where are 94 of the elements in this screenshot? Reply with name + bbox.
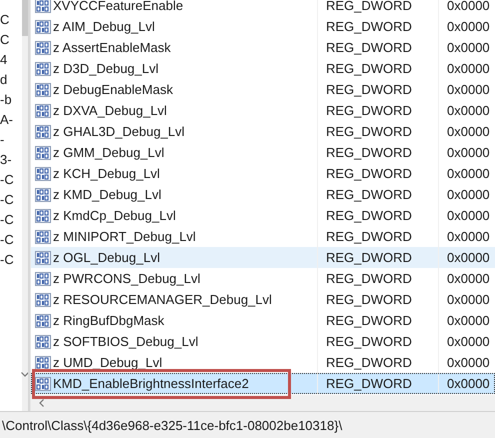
tree-item-label[interactable]: C	[0, 10, 22, 30]
tree-item-label[interactable]: -	[0, 130, 22, 150]
value-name: KMD_EnableBrightnessInterface2	[53, 376, 249, 391]
binary-value-icon	[35, 376, 51, 390]
value-data: 0x0000	[446, 0, 490, 15]
value-data: 0x0000	[446, 144, 490, 162]
value-name: z GMM_Debug_Lvl	[53, 145, 164, 160]
tree-item-label[interactable]: -C	[0, 190, 22, 210]
vertical-scrollbar[interactable]	[22, 0, 28, 411]
value-data: 0x0000	[446, 375, 490, 393]
value-data: 0x0000	[446, 354, 490, 372]
value-name: z OGL_Debug_Lvl	[53, 250, 160, 265]
value-type: REG_DWORD	[318, 373, 439, 394]
value-type: REG_DWORD	[318, 37, 439, 58]
value-data: 0x0000	[446, 228, 490, 246]
value-type: REG_DWORD	[318, 310, 439, 331]
value-name: z AIM_Debug_Lvl	[53, 19, 155, 34]
value-type: REG_DWORD	[318, 268, 439, 289]
value-data: 0x0000	[446, 270, 490, 288]
tree-item-label[interactable]: -C	[0, 210, 22, 230]
value-row[interactable]: KMD_EnableBrightnessInterface2 REG_DWORD 0x0000	[31, 373, 495, 394]
value-type: REG_DWORD	[318, 163, 439, 184]
value-name: z DebugEnableMask	[53, 82, 173, 97]
binary-value-icon	[35, 146, 51, 160]
value-name: z RingBufDbgMask	[53, 313, 164, 328]
binary-value-icon	[35, 250, 51, 264]
value-data: 0x0000	[446, 249, 490, 267]
value-type: REG_DWORD	[318, 142, 439, 163]
value-name: z MINIPORT_Debug_Lvl	[53, 229, 196, 244]
tree-item-label[interactable]: d	[0, 70, 22, 90]
value-type: REG_DWORD	[318, 79, 439, 100]
tree-item-label[interactable]: -b	[0, 90, 22, 110]
scroll-left-icon[interactable]	[39, 399, 44, 407]
tree-item-label[interactable]: -C	[0, 170, 22, 190]
binary-value-icon	[35, 272, 51, 286]
value-name: z KmdCp_Debug_Lvl	[53, 208, 176, 223]
value-data: 0x0000	[446, 291, 490, 309]
value-row[interactable]: z OGL_Debug_Lvl REG_DWORD 0x0000	[31, 247, 495, 268]
binary-value-icon	[35, 166, 51, 180]
binary-value-icon	[35, 20, 51, 34]
value-type: REG_DWORD	[318, 184, 439, 205]
value-name: z PWRCONS_Debug_Lvl	[53, 271, 200, 286]
value-data: 0x0000	[446, 18, 490, 36]
value-type: REG_DWORD	[318, 121, 439, 142]
value-type: REG_DWORD	[318, 289, 439, 310]
value-name: z UMD_Debug_Lvl	[53, 355, 162, 370]
value-data: 0x0000	[446, 207, 490, 225]
value-data: 0x0000	[446, 312, 490, 330]
value-name: z DXVA_Debug_Lvl	[53, 103, 167, 118]
tree-item-label[interactable]: C	[0, 30, 22, 50]
tree-item-label[interactable]: 3-	[0, 150, 22, 170]
value-name: XVYCCFeatureEnable	[53, 0, 184, 13]
binary-value-icon	[35, 104, 51, 118]
binary-value-icon	[35, 188, 51, 202]
scroll-down-icon[interactable]	[21, 372, 28, 377]
value-data: 0x0000	[446, 123, 490, 141]
value-type: REG_DWORD	[318, 331, 439, 352]
scrollbar-thumb[interactable]	[22, 0, 28, 36]
value-type: REG_DWORD	[318, 58, 439, 79]
value-type: REG_DWORD	[318, 16, 439, 37]
binary-value-icon	[35, 334, 51, 348]
tree-item-label[interactable]: -C	[0, 250, 22, 270]
value-data: 0x0000	[446, 333, 490, 351]
value-name: z RESOURCEMANAGER_Debug_Lvl	[53, 292, 272, 307]
binary-value-icon	[35, 62, 51, 76]
value-type: REG_DWORD	[318, 247, 439, 268]
value-data: 0x0000	[446, 165, 490, 183]
value-name: z D3D_Debug_Lvl	[53, 61, 159, 76]
value-name: z KCH_Debug_Lvl	[53, 166, 160, 181]
value-data: 0x0000	[446, 39, 490, 57]
binary-value-icon	[35, 82, 51, 96]
value-name: z GHAL3D_Debug_Lvl	[53, 124, 185, 139]
registry-path: \Control\Class\{4d36e968-e325-11ce-bfc1-08002be10318}\	[2, 418, 342, 432]
value-type: REG_DWORD	[318, 100, 439, 121]
binary-value-icon	[35, 314, 51, 328]
value-data: 0x0000	[446, 60, 490, 78]
value-data: 0x0000	[446, 81, 490, 99]
value-type: REG_DWORD	[318, 205, 439, 226]
binary-value-icon	[35, 292, 51, 306]
tree-item-label[interactable]: -C	[0, 230, 22, 250]
value-data: 0x0000	[446, 102, 490, 120]
value-name: z SOFTBIOS_Debug_Lvl	[53, 334, 198, 349]
tree-item-label[interactable]: 4	[0, 50, 22, 70]
binary-value-icon	[35, 208, 51, 222]
binary-value-icon	[35, 124, 51, 138]
binary-value-icon	[35, 230, 51, 244]
binary-value-icon	[35, 356, 51, 370]
tree-item-label[interactable]: A-	[0, 110, 22, 130]
value-type: REG_DWORD	[318, 0, 439, 16]
binary-value-icon	[35, 40, 51, 54]
value-name: z KMD_Debug_Lvl	[53, 187, 162, 202]
binary-value-icon	[35, 0, 51, 12]
value-data: 0x0000	[446, 186, 490, 204]
value-name: z AssertEnableMask	[53, 40, 171, 55]
